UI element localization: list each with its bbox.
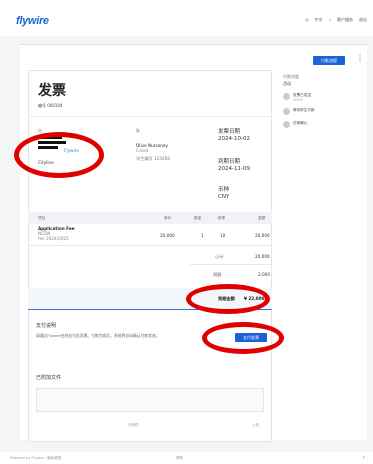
status-dot-icon [283, 93, 290, 100]
due-date: 2024-11-09 [218, 166, 250, 172]
subtotal: 20,000 [255, 254, 270, 259]
invoice-title: 发票 [38, 83, 66, 99]
footer-mark: © [362, 456, 366, 460]
from-label: 自 [38, 128, 42, 133]
due-date-label: 到期日期 [218, 159, 241, 165]
timeline-item-sub: 2024 [293, 97, 303, 102]
attachment-dropzone[interactable] [36, 388, 264, 412]
timeline-item-title: 等待学生付款 [293, 108, 315, 113]
redacted-bar [38, 136, 62, 139]
payment-timeline: 付款进度 活动 发票已发送 2024 等待学生付款 付款确认 [283, 74, 363, 134]
timeline-heading: 付款进度 [283, 74, 299, 79]
payment-flow-button[interactable]: 付款流程 [313, 56, 345, 65]
invoice-document [28, 70, 272, 442]
total-due-band [28, 288, 272, 310]
line-amount: 20,000 [255, 233, 270, 238]
more-options-icon[interactable]: ⋮ [356, 54, 364, 63]
to-sub: Creed [136, 148, 149, 153]
issue-date-label: 发票日期 [218, 129, 241, 135]
redacted-bar [38, 141, 66, 144]
footer-legal[interactable]: Powered by Flywire · 隐私政策 [10, 456, 61, 461]
language-select[interactable]: 中文 [315, 17, 323, 23]
attachments-title: 已附加文件 [36, 375, 62, 381]
line-item-sub: fee 2024/2025 [38, 236, 69, 241]
chevron-down-icon[interactable]: v [329, 17, 331, 23]
top-bar: flywire ◎ 中文 v 客户服务 退出 [0, 0, 373, 36]
footer: Powered by Flywire · 隐私政策 帮助 © [0, 452, 373, 464]
issue-date: 2024-10-02 [218, 136, 250, 142]
column-header: 项目 [38, 216, 46, 220]
redacted-bar [38, 146, 58, 149]
divider [28, 116, 272, 117]
top-nav: ◎ 中文 v 客户服务 退出 [305, 17, 367, 23]
timeline-item: 付款确认 [283, 121, 363, 129]
column-header: 数量 [194, 216, 202, 220]
total-due-value: ¥ 22,000 [244, 296, 265, 301]
timeline-item: 等待学生付款 [283, 108, 363, 116]
payment-instructions: 请通过Flywire在线支付此发票。付款完成后，系统将自动确认付款状态。 [36, 333, 160, 338]
column-header: 税率 [218, 216, 226, 220]
status-dot-icon [283, 108, 290, 116]
attachment-empty-text: 无附件 [128, 423, 139, 427]
from-link[interactable]: Flywire [64, 148, 79, 153]
globe-icon[interactable]: ◎ [305, 17, 309, 23]
divider [20, 44, 367, 45]
status-dot-icon [283, 121, 290, 129]
column-header: 金额 [258, 216, 266, 220]
column-header: 单价 [164, 216, 172, 220]
divider [28, 245, 272, 246]
tax-rate: 10 [220, 233, 226, 238]
tax-total: 2,000 [258, 272, 270, 277]
to-id: 学生编号 123456 [136, 156, 171, 161]
payment-section-title: 支付说明 [36, 323, 57, 329]
flywire-logo[interactable]: flywire [16, 15, 49, 27]
timeline-item-title: 付款确认 [293, 121, 308, 126]
logout-link[interactable]: 退出 [359, 17, 367, 23]
timeline-subheading: 活动 [283, 81, 291, 86]
currency-label: 币种 [218, 187, 230, 193]
quantity: 1 [201, 233, 204, 238]
total-due-label: 到期金额 [218, 296, 235, 301]
timeline-item: 发票已发送 2024 [283, 93, 363, 102]
divider [190, 264, 272, 265]
invoice-number: 编号 000104 [38, 103, 63, 108]
currency: CNY [218, 194, 230, 200]
unit-price: 20,000 [160, 233, 175, 238]
pay-invoice-button[interactable]: 支付发票 [235, 333, 267, 342]
table-header [28, 212, 272, 224]
subtotal-label: 小计 [215, 254, 224, 259]
customer-service-link[interactable]: 客户服务 [337, 17, 353, 23]
upload-link[interactable]: 上传 [252, 423, 259, 428]
to-label: 致 [136, 128, 140, 133]
timeline-item-title: 发票已发送 [293, 93, 311, 97]
from-city: Cityline [38, 160, 54, 165]
tax-total-label: 税额 [213, 272, 222, 277]
help-link[interactable]: 帮助 [176, 456, 183, 461]
